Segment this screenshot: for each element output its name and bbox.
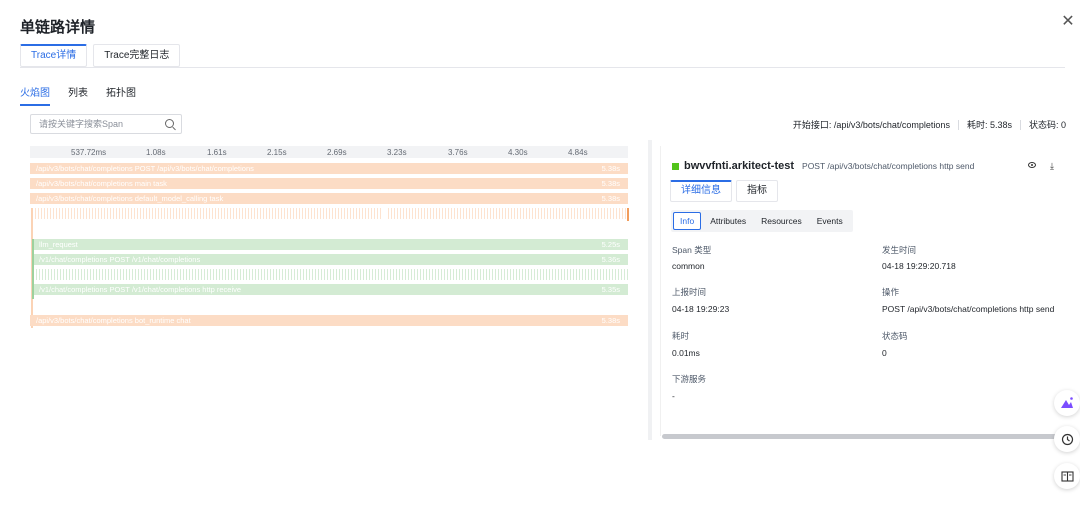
tab-metrics[interactable]: 指标: [736, 180, 778, 202]
operation-label: 操作: [882, 287, 900, 297]
summary-duration: 耗时: 5.38s: [966, 120, 1012, 130]
downstream-label: 下游服务: [672, 374, 707, 384]
span-duration: 5.38s: [601, 194, 620, 203]
axis-tick: 1.08s: [146, 148, 166, 157]
axis-tick: 3.23s: [387, 148, 407, 157]
operation-value: POST /api/v3/bots/chat/completions http …: [882, 304, 1055, 314]
span-operation: POST /api/v3/bots/chat/completions http …: [802, 161, 975, 171]
tab-flame-graph[interactable]: 火焰图: [20, 84, 50, 106]
span-search: [30, 114, 182, 134]
status-code-value: 0: [882, 348, 887, 358]
duration-label: 耗时: [672, 331, 690, 341]
span-bar[interactable]: /api/v3/bots/chat/completions bot_runtim…: [30, 315, 628, 326]
subtab-info[interactable]: Info: [673, 212, 702, 230]
span-duration: 5.38s: [601, 316, 620, 325]
span-guide: [32, 239, 34, 299]
span-duration: 5.35s: [601, 285, 620, 294]
status-code-label: 状态码: [882, 331, 908, 341]
eye-icon[interactable]: [1028, 162, 1036, 168]
span-label: /api/v3/bots/chat/completions bot_runtim…: [36, 316, 191, 325]
axis-tick: 3.76s: [448, 148, 468, 157]
span-duration: 5.36s: [601, 255, 620, 264]
axis-tick: 2.15s: [267, 148, 287, 157]
span-label: /api/v3/bots/chat/completions main task: [36, 179, 167, 188]
axis-tick: 4.30s: [508, 148, 528, 157]
subtab-attributes[interactable]: Attributes: [704, 213, 752, 229]
span-bar[interactable]: llm_request 5.25s: [33, 239, 628, 250]
service-name: bwvvfnti.arkitect-test: [684, 160, 795, 172]
span-bar[interactable]: /api/v3/bots/chat/completions default_mo…: [30, 193, 628, 204]
book-icon[interactable]: [1054, 463, 1080, 489]
axis-tick: 2.69s: [327, 148, 347, 157]
service-status-dot: [672, 162, 679, 170]
search-input[interactable]: [31, 115, 156, 133]
span-bar-compact[interactable]: [33, 269, 628, 280]
summary-divider: [1019, 119, 1021, 130]
tab-details[interactable]: 详细信息: [670, 180, 732, 202]
tabs-divider: [20, 67, 1065, 68]
horizontal-scrollbar[interactable]: [662, 434, 1067, 439]
flame-graph: 537.72ms 1.08s 1.61s 2.15s 2.69s 3.23s 3…: [30, 146, 630, 336]
duration-value: 0.01ms: [672, 348, 700, 358]
trace-summary: 开始接口: /api/v3/bots/chat/completions 耗时: …: [793, 118, 1066, 131]
search-icon[interactable]: [165, 119, 174, 128]
report-time-value: 04-18 19:29:23: [672, 304, 730, 314]
history-icon[interactable]: [1054, 426, 1080, 452]
span-bar-compact[interactable]: [32, 208, 382, 219]
ai-assistant-icon[interactable]: [1054, 390, 1080, 416]
span-duration: 5.38s: [601, 164, 620, 173]
span-duration: 5.25s: [601, 240, 620, 249]
span-label: /api/v3/bots/chat/completions default_mo…: [36, 194, 224, 203]
axis-tick: 1.61s: [207, 148, 227, 157]
span-bar-compact[interactable]: [388, 208, 626, 219]
summary-status: 状态码: 0: [1028, 120, 1066, 130]
span-duration: 5.38s: [601, 179, 620, 188]
span-detail-panel: bwvvfnti.arkitect-test POST /api/v3/bots…: [660, 146, 1068, 436]
subtab-resources[interactable]: Resources: [755, 213, 808, 229]
span-bar[interactable]: /api/v3/bots/chat/completions POST /api/…: [30, 163, 628, 174]
view-tabs: 火焰图 列表 拓扑图: [20, 84, 154, 106]
tab-list[interactable]: 列表: [68, 84, 88, 106]
tab-trace-detail[interactable]: Trace详情: [20, 44, 88, 67]
summary-divider: [957, 119, 959, 130]
panel-header: bwvvfnti.arkitect-test POST /api/v3/bots…: [672, 160, 974, 172]
span-label: /api/v3/bots/chat/completions POST /api/…: [36, 164, 254, 173]
drawer-title: 单链路详情: [20, 19, 96, 36]
detail-subtabs: Info Attributes Resources Events: [671, 210, 853, 232]
span-type-label: Span 类型: [672, 245, 712, 255]
span-bar[interactable]: /api/v3/bots/chat/completions main task …: [30, 178, 628, 189]
subtab-events[interactable]: Events: [811, 213, 849, 229]
panel-tabs: 详细信息 指标: [670, 180, 782, 202]
summary-start-api: 开始接口: /api/v3/bots/chat/completions: [792, 120, 950, 130]
tab-topology[interactable]: 拓扑图: [106, 84, 136, 106]
occur-time-value: 04-18 19:29:20.718: [882, 261, 956, 271]
downstream-value: -: [672, 391, 675, 401]
axis-tick: 4.84s: [568, 148, 588, 157]
span-label: /v1/chat/completions POST /v1/chat/compl…: [39, 255, 201, 264]
occur-time-label: 发生时间: [882, 245, 917, 255]
span-type-value: common: [672, 261, 705, 271]
report-time-label: 上报时间: [672, 287, 707, 297]
span-label: /v1/chat/completions POST /v1/chat/compl…: [39, 285, 242, 294]
axis-tick: 537.72ms: [71, 148, 107, 157]
top-tabs: Trace详情 Trace完整日志: [20, 44, 186, 67]
span-bar[interactable]: /v1/chat/completions POST /v1/chat/compl…: [33, 284, 628, 295]
span-bar[interactable]: /v1/chat/completions POST /v1/chat/compl…: [33, 254, 628, 265]
time-axis: 537.72ms 1.08s 1.61s 2.15s 2.69s 3.23s 3…: [30, 146, 628, 158]
close-icon[interactable]: ✕: [1060, 14, 1076, 30]
span-label: llm_request: [39, 240, 78, 249]
download-icon[interactable]: ⤓: [1050, 161, 1054, 172]
vertical-scrollbar[interactable]: [648, 140, 652, 440]
span-marker: [627, 208, 629, 221]
tab-trace-full-log[interactable]: Trace完整日志: [93, 44, 181, 67]
